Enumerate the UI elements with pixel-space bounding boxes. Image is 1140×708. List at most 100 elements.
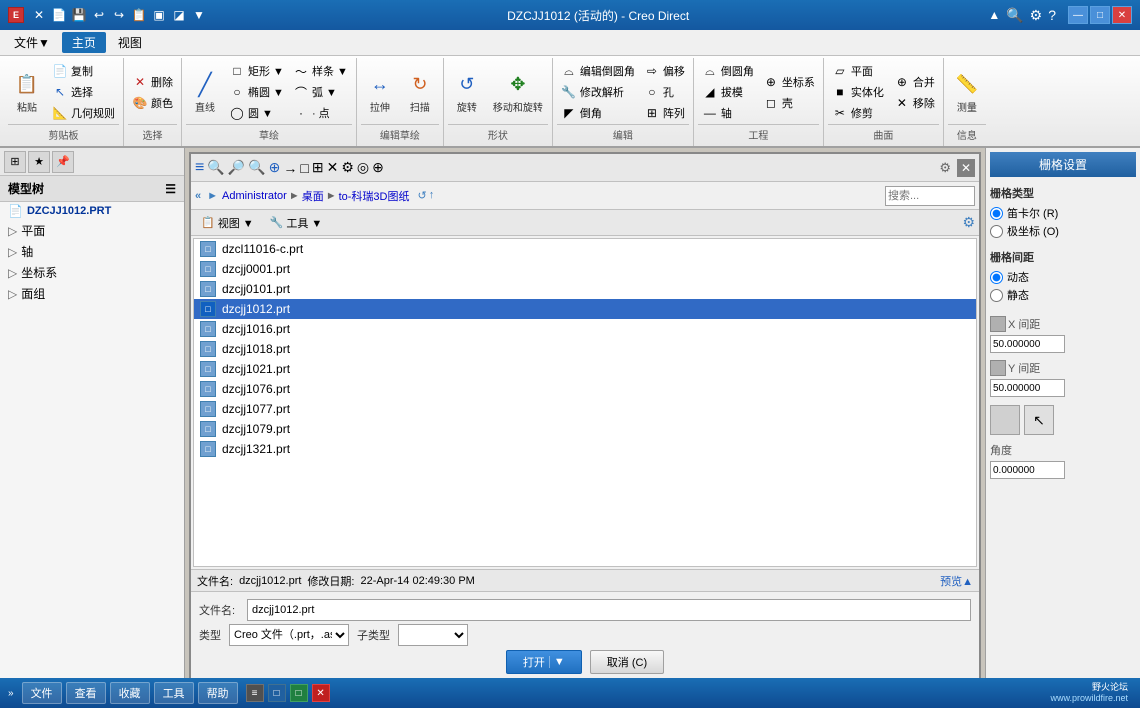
file-item-3[interactable]: □ dzcjj1012.prt xyxy=(194,299,976,319)
settings-icon[interactable]: ⚙ xyxy=(1030,7,1043,24)
nav-back-arrow[interactable]: « xyxy=(195,190,201,202)
tree-root-item[interactable]: 📄 DZCJJ1012.PRT xyxy=(0,202,184,220)
filename-input[interactable] xyxy=(247,599,971,621)
taskbar-start[interactable]: » xyxy=(4,686,18,701)
tree-item-face[interactable]: ▷ 面组 xyxy=(0,283,184,304)
qa-dropdown[interactable]: ▼ xyxy=(190,6,208,24)
file-child-select[interactable] xyxy=(398,624,468,646)
tree-item-axis[interactable]: ▷ 轴 xyxy=(0,241,184,262)
file-type-select[interactable]: Creo 文件（.prt，.as▼ xyxy=(229,624,349,646)
file-item-8[interactable]: □ dzcjj1077.prt xyxy=(194,399,976,419)
coord-button[interactable]: ⊕坐标系 xyxy=(759,72,819,92)
taskbar-icon2[interactable]: □ xyxy=(268,684,286,702)
edit-fillet-button[interactable]: ⌓编辑倒圆角 xyxy=(557,61,639,81)
open-button[interactable]: 打开 ▼ xyxy=(506,650,582,674)
lp-grid-btn[interactable]: ⊞ xyxy=(4,151,26,173)
shell-button[interactable]: ◻壳 xyxy=(759,93,819,113)
delete-button[interactable]: ✕删除 xyxy=(128,72,177,92)
taskbar-file[interactable]: 文件 xyxy=(22,682,62,704)
draft-button[interactable]: ◢拔模 xyxy=(698,82,758,102)
x-spacing-input[interactable] xyxy=(990,335,1065,353)
file-item-2[interactable]: □ dzcjj0101.prt xyxy=(194,279,976,299)
search-input[interactable] xyxy=(885,186,975,206)
file-item-10[interactable]: □ dzcjj1321.prt xyxy=(194,439,976,459)
nav-desktop[interactable]: 桌面 xyxy=(302,188,324,204)
nav-up-icon[interactable]: ↑ xyxy=(429,189,435,202)
help-expand-icon[interactable]: ▲ xyxy=(988,8,1000,22)
qa-view1[interactable]: ▣ xyxy=(150,6,168,24)
dialog-toolbar-icon11[interactable]: ◎ xyxy=(357,159,369,176)
lp-star-btn[interactable]: ★ xyxy=(28,151,50,173)
array-button[interactable]: ⊞阵列 xyxy=(640,103,689,123)
remove-button[interactable]: ✕移除 xyxy=(890,93,939,113)
dialog-toolbar-icon1[interactable]: ≡ xyxy=(195,159,204,177)
taskbar-help[interactable]: 帮助 xyxy=(198,682,238,704)
copy-button[interactable]: 📄复制 xyxy=(48,61,119,81)
radio-static[interactable] xyxy=(990,289,1003,302)
dialog-toolbar-icon8[interactable]: ⊞ xyxy=(312,159,324,176)
stretch-button[interactable]: ↔ 拉伸 xyxy=(361,68,399,117)
search-icon[interactable]: 🔍 xyxy=(1006,7,1023,24)
offset-button[interactable]: ⇨偏移 xyxy=(640,61,689,81)
qa-copy[interactable]: 📋 xyxy=(130,6,148,24)
cancel-button[interactable]: 取消 (C) xyxy=(590,650,664,674)
arc-button[interactable]: ⌒弧 ▼ xyxy=(289,82,352,102)
ellipse-button[interactable]: ○椭圆 ▼ xyxy=(225,82,288,102)
nav-admin[interactable]: Administrator xyxy=(222,190,287,202)
qa-open[interactable]: 📄 xyxy=(50,6,68,24)
open-dropdown-arrow[interactable]: ▼ xyxy=(549,656,565,668)
view-extra-btn[interactable]: ⚙ xyxy=(962,214,975,231)
file-item-6[interactable]: □ dzcjj1021.prt xyxy=(194,359,976,379)
paste-button[interactable]: 📋 粘贴 xyxy=(8,68,46,117)
radio-polar[interactable] xyxy=(990,225,1003,238)
qa-save[interactable]: 💾 xyxy=(70,6,88,24)
nav-folder[interactable]: to-科瑞3D图纸 xyxy=(339,188,410,204)
tree-item-coord[interactable]: ▷ 坐标系 xyxy=(0,262,184,283)
dialog-toolbar-icon9[interactable]: ✕ xyxy=(327,159,339,176)
menu-home[interactable]: 主页 xyxy=(62,32,106,53)
file-item-9[interactable]: □ dzcjj1079.prt xyxy=(194,419,976,439)
move-rotate-button[interactable]: ✥ 移动和旋转 xyxy=(488,68,548,117)
solidify-button[interactable]: ■实体化 xyxy=(828,82,888,102)
qa-redo[interactable]: ↪ xyxy=(110,6,128,24)
taskbar-icon3[interactable]: □ xyxy=(290,684,308,702)
dialog-toolbar-icon2[interactable]: 🔍 xyxy=(207,159,224,176)
radio-cartesian[interactable] xyxy=(990,207,1003,220)
file-item-4[interactable]: □ dzcjj1016.prt xyxy=(194,319,976,339)
dialog-toolbar-icon6[interactable]: → xyxy=(283,160,297,176)
y-spacing-input[interactable] xyxy=(990,379,1065,397)
trim-button[interactable]: ✂修剪 xyxy=(828,103,888,123)
view-tab[interactable]: 📋 视图 ▼ xyxy=(195,213,260,233)
dialog-toolbar-icon3[interactable]: 🔎 xyxy=(228,159,245,176)
line-button[interactable]: ╱ 直线 xyxy=(186,68,224,117)
minimize-button[interactable]: — xyxy=(1068,6,1088,24)
qa-undo[interactable]: ↩ xyxy=(90,6,108,24)
merge-button[interactable]: ⊕合并 xyxy=(890,72,939,92)
dialog-toolbar-icon12[interactable]: ⊕ xyxy=(372,159,384,176)
measure-button[interactable]: 📏 测量 xyxy=(948,68,986,117)
dialog-close-icon[interactable]: ✕ xyxy=(957,159,975,177)
angle-input[interactable] xyxy=(990,461,1065,479)
angle-cursor-icon[interactable]: ↖ xyxy=(1024,405,1054,435)
taskbar-view[interactable]: 查看 xyxy=(66,682,106,704)
maximize-button[interactable]: □ xyxy=(1090,6,1110,24)
rotate-button[interactable]: ↺ 旋转 xyxy=(448,68,486,117)
nav-forward-arrow[interactable]: ► xyxy=(207,190,218,202)
lp-pin-btn[interactable]: 📌 xyxy=(52,151,74,173)
radio-dynamic[interactable] xyxy=(990,271,1003,284)
menu-view[interactable]: 视图 xyxy=(108,32,152,53)
qa-view2[interactable]: ◪ xyxy=(170,6,188,24)
hole-button[interactable]: ○孔 xyxy=(640,82,689,102)
menu-file[interactable]: 文件▼ xyxy=(4,32,60,53)
select-button[interactable]: ↖选择 xyxy=(48,82,119,102)
dialog-toolbar-icon7[interactable]: □ xyxy=(300,160,308,176)
file-item-5[interactable]: □ dzcjj1018.prt xyxy=(194,339,976,359)
circle-button[interactable]: ◯圆 ▼ xyxy=(225,103,288,123)
sweep-button[interactable]: ↻ 扫描 xyxy=(401,68,439,117)
tools-tab[interactable]: 🔧 工具 ▼ xyxy=(264,213,329,233)
round-button[interactable]: ⌓倒圆角 xyxy=(698,61,758,81)
spline-button[interactable]: 〜样条 ▼ xyxy=(289,61,352,81)
chamfer-button[interactable]: ◤倒角 xyxy=(557,103,639,123)
geometry-rule-button[interactable]: 📐几何规则 xyxy=(48,103,119,123)
taskbar-icon4[interactable]: ✕ xyxy=(312,684,330,702)
